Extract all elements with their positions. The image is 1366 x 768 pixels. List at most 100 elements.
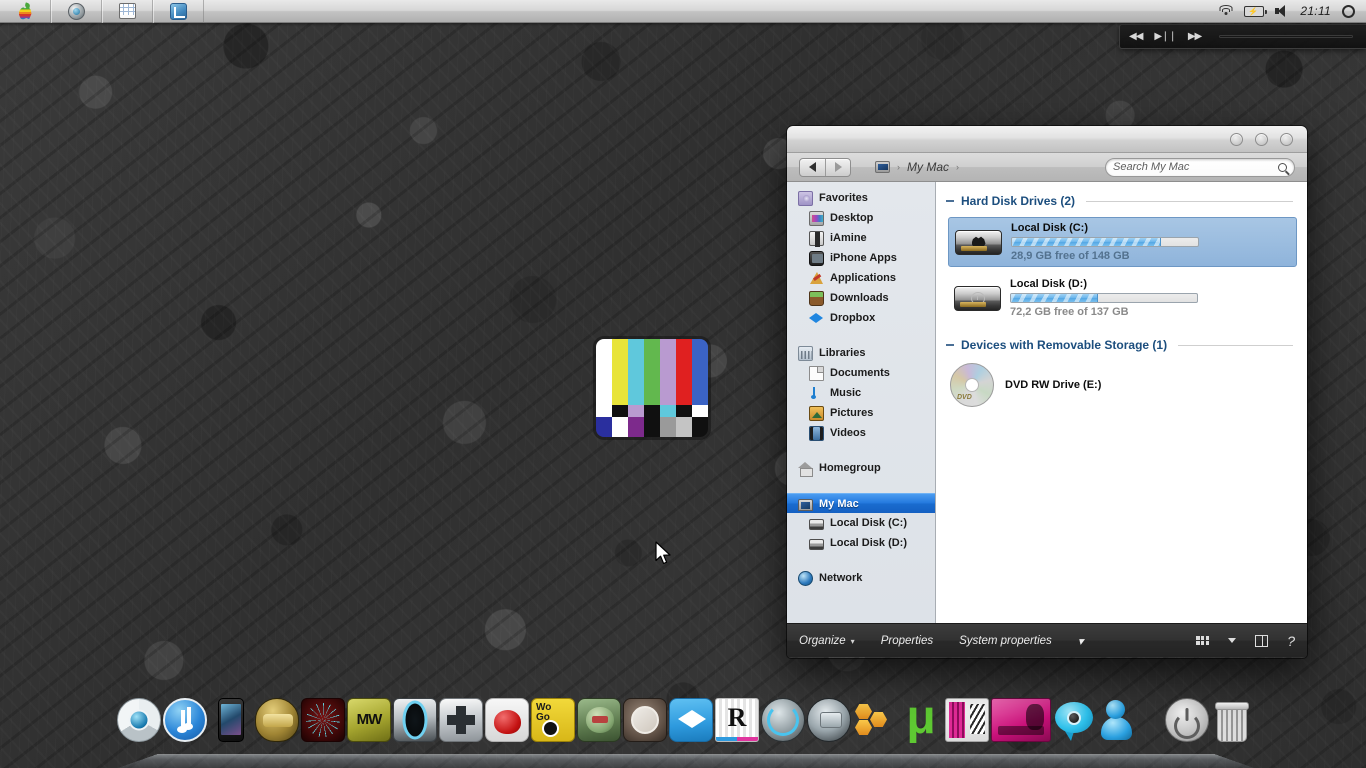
dock-item-world-of-goo[interactable] [531, 698, 575, 742]
breadcrumb-current[interactable]: My Mac [907, 160, 949, 174]
sidebar-item-music[interactable]: Music [787, 383, 935, 403]
wifi-icon[interactable] [1218, 5, 1233, 17]
dock-item-iphone[interactable] [218, 698, 244, 742]
dock-item-spiral-game[interactable] [301, 698, 345, 742]
dock-item-cydia[interactable] [623, 698, 667, 742]
sidebar-item-documents[interactable]: Documents [787, 363, 935, 383]
sidebar-item-applications[interactable]: Applications [787, 268, 935, 288]
dock-item-halo[interactable] [255, 698, 299, 742]
dock-item-msn-messenger[interactable] [1099, 698, 1143, 742]
hard-disk-icon [809, 518, 824, 530]
drive-item-local-disk-d[interactable]: Local Disk (D:) 72,2 GB free of 137 GB [948, 274, 1297, 322]
sidebar-group-favorites[interactable]: Favorites [787, 188, 935, 208]
dock-item-ichat[interactable] [1053, 698, 1097, 742]
organize-button[interactable]: Organize ▾ [799, 635, 855, 647]
properties-button[interactable]: Properties [881, 635, 933, 647]
sidebar-item-pictures[interactable]: Pictures [787, 403, 935, 423]
menubar-clock[interactable]: 21:11 [1300, 4, 1331, 18]
sidebar-label: Local Disk (D:) [830, 537, 908, 549]
sidebar-item-local-disk-c[interactable]: Local Disk (C:) [787, 513, 935, 533]
hard-disk-icon [809, 538, 824, 550]
sidebar-item-iphone-apps[interactable]: iPhone Apps [787, 248, 935, 268]
window-titlebar[interactable] [787, 126, 1307, 153]
minus-icon[interactable] [946, 344, 954, 346]
dvd-disc-icon: DVD [950, 363, 994, 407]
dock-item-pink-app[interactable] [945, 698, 989, 742]
dock-item-hex-tools[interactable] [853, 698, 897, 742]
hard-disk-apple-icon [955, 226, 1002, 259]
sidebar-item-videos[interactable]: Videos [787, 423, 935, 443]
device-item-dvd-rw-drive[interactable]: DVD DVD RW Drive (E:) [950, 363, 1307, 407]
media-playpause-button[interactable]: ▶❘❘ [1154, 31, 1176, 42]
menubar-globe-button[interactable] [51, 0, 102, 23]
back-button[interactable] [800, 159, 825, 176]
dock-item-music-widget[interactable] [991, 698, 1051, 742]
user-home-icon [809, 230, 824, 247]
drive-capacity-fill [1012, 238, 1161, 246]
group-header-removable-storage[interactable]: Devices with Removable Storage (1) [936, 336, 1307, 354]
back-arrow-icon [809, 162, 816, 172]
dock-item-chrome[interactable] [117, 698, 161, 742]
search-input[interactable] [1113, 161, 1278, 173]
tv-bottom-bars [596, 417, 708, 437]
homegroup-house-icon [798, 461, 813, 477]
close-button[interactable] [1230, 132, 1243, 146]
media-next-button[interactable]: ▶▶ [1188, 31, 1202, 42]
drive-name: Local Disk (C:) [1011, 222, 1089, 234]
battery-icon[interactable]: ⚡ [1244, 5, 1268, 17]
media-progress-slider[interactable] [1219, 35, 1353, 38]
drive-item-local-disk-c[interactable]: Local Disk (C:) 28,9 GB free of 148 GB [948, 217, 1297, 267]
help-icon[interactable]: ? [1287, 634, 1295, 648]
breadcrumb-separator: › [897, 162, 900, 172]
dock-item-utorrent[interactable] [899, 694, 943, 742]
sidebar-item-my-mac[interactable]: My Mac [787, 493, 935, 513]
sidebar-item-homegroup[interactable]: Homegroup [787, 458, 935, 478]
dock-item-modern-warfare[interactable] [347, 698, 391, 742]
search-box[interactable] [1105, 157, 1295, 177]
dock-item-plants-vs-zombies[interactable] [577, 698, 621, 742]
sidebar-item-network[interactable]: Network [787, 568, 935, 588]
view-grid-icon[interactable] [1196, 636, 1210, 645]
dock-item-dpad-game[interactable] [439, 698, 483, 742]
sidebar-label: Pictures [830, 407, 874, 419]
media-player-widget[interactable]: ◀◀ ▶❘❘ ▶▶ [1119, 24, 1366, 49]
breadcrumb-separator-2[interactable]: › [956, 162, 959, 172]
apple-menu-button[interactable] [0, 0, 51, 23]
sidebar-item-desktop[interactable]: Desktop [787, 208, 935, 228]
spotlight-icon[interactable] [1342, 4, 1355, 18]
menubar-window-manager-button[interactable] [153, 0, 204, 23]
drive-info: Local Disk (D:) 72,2 GB free of 137 GB [1010, 278, 1291, 318]
volume-icon[interactable] [1275, 4, 1289, 18]
drive-name: Local Disk (D:) [1010, 278, 1088, 290]
sidebar-group-libraries[interactable]: Libraries [787, 343, 935, 363]
sidebar-label: Videos [830, 427, 866, 439]
sidebar-label: Dropbox [830, 312, 876, 324]
dock-item-trash[interactable] [1211, 698, 1255, 742]
dock-item-reeder[interactable] [715, 698, 759, 742]
dock-item-power[interactable] [1165, 698, 1209, 742]
view-caret-icon[interactable] [1228, 638, 1237, 643]
media-previous-button[interactable]: ◀◀ [1129, 31, 1143, 42]
system-properties-button[interactable]: System properties [959, 635, 1052, 647]
organize-label: Organize [799, 634, 846, 647]
preview-pane-icon[interactable] [1255, 634, 1269, 647]
sidebar-item-iamine[interactable]: iAmine [787, 228, 935, 248]
dock-item-time-machine[interactable] [761, 698, 805, 742]
dock-item-stacks[interactable] [807, 698, 851, 742]
breadcrumb[interactable]: › My Mac › [875, 160, 959, 174]
dock-item-angry-birds[interactable] [485, 698, 529, 742]
sidebar-item-local-disk-d[interactable]: Local Disk (D:) [787, 533, 935, 553]
group-header-hard-disk-drives[interactable]: Hard Disk Drives (2) [936, 192, 1307, 210]
dock-item-portal[interactable] [393, 698, 437, 742]
dock-item-itunes[interactable] [163, 698, 207, 742]
sidebar-item-downloads[interactable]: Downloads [787, 288, 935, 308]
sidebar-item-dropbox[interactable]: Dropbox [787, 308, 935, 328]
dock-item-dropbox[interactable] [669, 698, 713, 742]
minus-icon[interactable] [946, 200, 954, 202]
minimize-button[interactable] [1255, 132, 1268, 146]
overflow-button[interactable]: ▾ [1078, 634, 1084, 648]
menubar-calendar-button[interactable] [102, 0, 153, 23]
zoom-button[interactable] [1280, 132, 1293, 146]
drive-capacity-fill [1011, 294, 1099, 302]
forward-button[interactable] [825, 158, 850, 176]
